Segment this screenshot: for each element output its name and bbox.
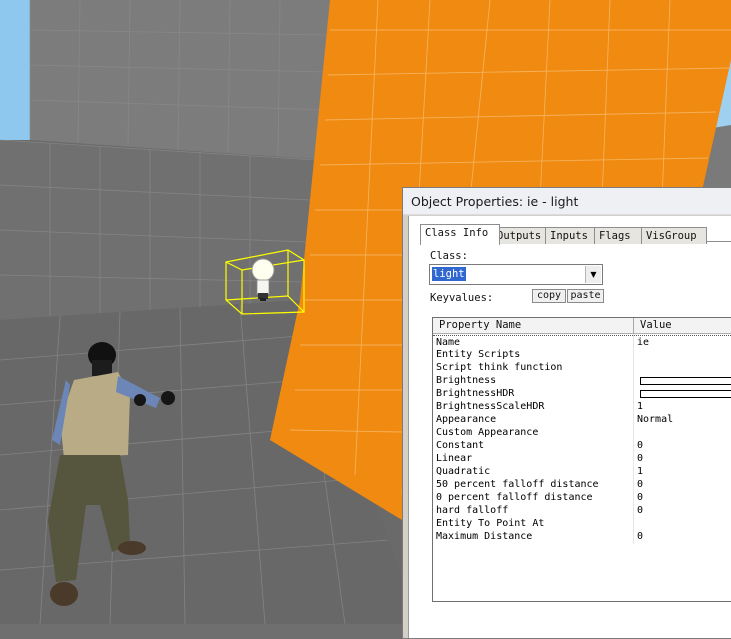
table-row[interactable]: Script think function <box>433 361 731 374</box>
table-row[interactable]: Linear 0 <box>433 452 731 465</box>
table-row[interactable]: Custom Appearance <box>433 426 731 439</box>
property-name: 0 percent falloff distance <box>436 492 593 503</box>
brightness-color-swatch[interactable] <box>640 377 731 385</box>
property-name: hard falloff <box>436 505 509 516</box>
table-row[interactable]: Name ie <box>433 335 731 349</box>
column-header-value[interactable]: Value <box>634 318 731 334</box>
keyvalues-label: Keyvalues: <box>430 292 494 304</box>
class-selected-value: light <box>432 267 466 281</box>
class-label: Class: <box>430 250 468 262</box>
property-value: Normal <box>637 414 674 425</box>
property-value: 0 <box>637 453 644 464</box>
table-row[interactable]: Entity To Point At <box>433 517 731 530</box>
property-value: 1 <box>637 401 644 412</box>
paste-button[interactable]: paste <box>567 289 604 303</box>
property-name: Maximum Distance <box>436 531 533 542</box>
property-name: Brightness <box>436 375 497 386</box>
copy-button[interactable]: copy <box>532 289 566 303</box>
table-row[interactable]: Entity Scripts <box>433 348 731 361</box>
table-row[interactable]: Quadratic 1 <box>433 465 731 478</box>
property-name: Script think function <box>436 362 563 373</box>
chevron-down-icon[interactable]: ▼ <box>585 266 601 283</box>
table-row[interactable]: 0 percent falloff distance 0 <box>433 491 731 504</box>
table-row[interactable]: hard falloff 0 <box>433 504 731 517</box>
property-name: Constant <box>436 440 485 451</box>
property-name: Linear <box>436 453 473 464</box>
table-row[interactable]: Appearance Normal <box>433 413 731 426</box>
window-title: Object Properties: ie - light <box>411 194 579 209</box>
tab-outputs[interactable]: Outputs <box>492 227 546 244</box>
tab-inputs[interactable]: Inputs <box>545 227 599 244</box>
property-value: 0 <box>637 440 644 451</box>
property-value: 1 <box>637 466 644 477</box>
tab-class-info[interactable]: Class Info <box>420 224 500 245</box>
tab-flags[interactable]: Flags <box>594 227 642 244</box>
class-dropdown[interactable]: light ▼ <box>429 264 603 285</box>
table-row[interactable]: Constant 0 <box>433 439 731 452</box>
table-row[interactable]: BrightnessHDR <box>433 387 731 400</box>
title-bar[interactable]: Object Properties: ie - light <box>403 188 731 215</box>
table-row[interactable]: Maximum Distance 0 <box>433 530 731 543</box>
property-name: Quadratic <box>436 466 491 477</box>
property-value: 0 <box>637 531 644 542</box>
property-name: Appearance <box>436 414 497 425</box>
column-header-property[interactable]: Property Name <box>433 318 634 334</box>
table-row[interactable]: Brightness <box>433 374 731 387</box>
property-value: 0 <box>637 505 644 516</box>
property-name: 50 percent falloff distance <box>436 479 599 490</box>
property-value: 0 <box>637 479 644 490</box>
keyvalues-table[interactable]: Property Name Value Name ie Entity Scrip… <box>432 317 731 602</box>
sky-left <box>0 0 30 140</box>
tab-visgroup[interactable]: VisGroup <box>641 227 707 244</box>
property-name: BrightnessHDR <box>436 388 515 399</box>
property-name: Entity Scripts <box>436 349 521 360</box>
property-name: Entity To Point At <box>436 518 545 529</box>
property-name: BrightnessScaleHDR <box>436 401 545 412</box>
brightness-hdr-color-swatch[interactable] <box>640 390 731 398</box>
table-row[interactable]: 50 percent falloff distance 0 <box>433 478 731 491</box>
property-value: 0 <box>637 492 644 503</box>
property-name: Custom Appearance <box>436 427 539 438</box>
table-row[interactable]: BrightnessScaleHDR 1 <box>433 400 731 413</box>
